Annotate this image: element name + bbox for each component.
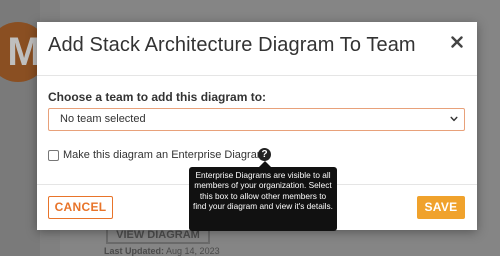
team-field-label: Choose a team to add this diagram to: [48,90,267,104]
last-updated-value: Aug 14, 2023 [166,246,220,256]
close-icon[interactable] [449,33,465,51]
team-select-value: No team selected [60,113,146,125]
enterprise-checkbox[interactable] [48,150,59,161]
modal-header: Add Stack Architecture Diagram To Team [37,22,477,76]
team-select[interactable]: No team selected [48,108,465,131]
last-updated-text: Last Updated: Aug 14, 2023 [104,246,220,256]
modal-title: Add Stack Architecture Diagram To Team [48,34,416,56]
cancel-button[interactable]: CANCEL [48,196,113,219]
enterprise-checkbox-label[interactable]: Make this diagram an Enterprise Diagram [63,149,266,161]
help-icon[interactable]: ? [258,148,271,161]
last-updated-label: Last Updated: [104,246,165,256]
enterprise-tooltip: Enterprise Diagrams are visible to all m… [189,167,337,231]
chevron-down-icon [450,116,458,122]
save-button[interactable]: SAVE [417,196,465,219]
